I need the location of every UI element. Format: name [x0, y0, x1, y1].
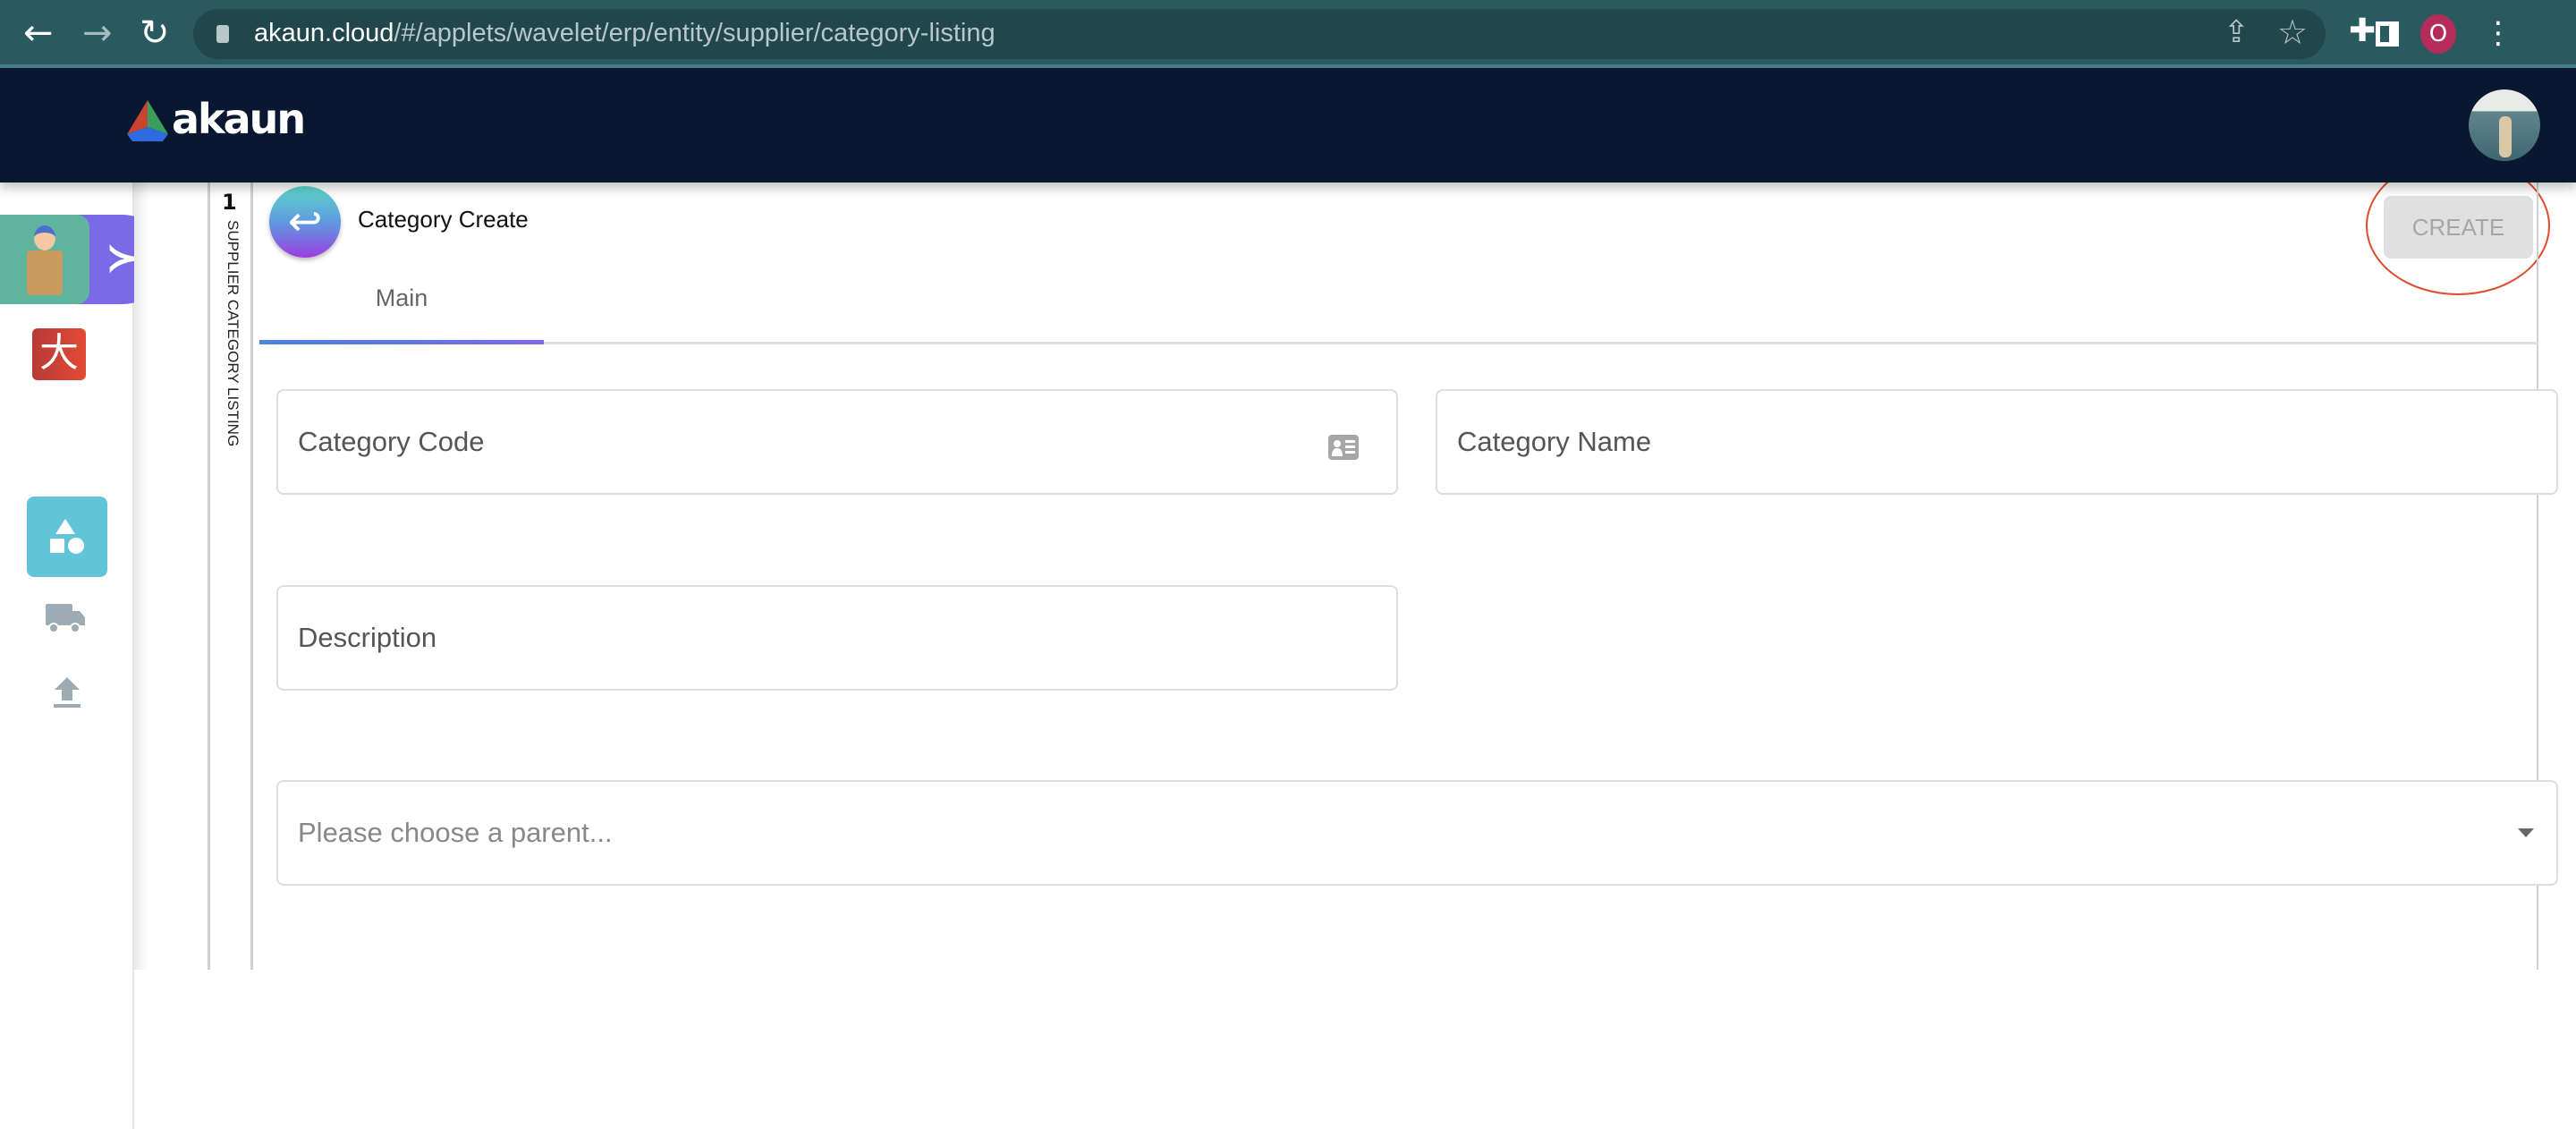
upload-icon[interactable]: [54, 677, 80, 709]
profile-avatar[interactable]: O: [2420, 14, 2456, 54]
description-label: Description: [298, 622, 437, 653]
extensions-icon[interactable]: ✚: [2349, 13, 2376, 49]
url-text[interactable]: akaun.cloud/#/applets/wavelet/erp/entity…: [254, 13, 996, 54]
sidebar-item-category[interactable]: [27, 497, 107, 577]
category-name-input[interactable]: Category Name: [1436, 389, 2558, 495]
share-icon[interactable]: ⇪: [2224, 14, 2250, 50]
supplier-person-icon: [0, 215, 89, 304]
id-card-icon[interactable]: [1328, 435, 1359, 460]
side-panel-icon[interactable]: [2376, 21, 2399, 47]
app-icon-red[interactable]: 大: [32, 328, 86, 380]
tab-divider: [259, 342, 2538, 344]
description-input[interactable]: Description: [276, 585, 1398, 691]
url-path: /#/applets/wavelet/erp/entity/supplier/c…: [394, 19, 996, 47]
menu-icon[interactable]: ⋮: [2483, 16, 2513, 50]
back-button[interactable]: ↩: [269, 186, 341, 258]
logo-text: akaun: [172, 95, 306, 143]
sidebar: ≻≡ 大: [0, 183, 172, 1129]
url-domain: akaun.cloud: [254, 19, 394, 47]
shapes-icon: [50, 519, 84, 554]
panel-count: 1: [222, 190, 237, 215]
bookmark-star-icon[interactable]: ☆: [2277, 13, 2308, 52]
truck-icon[interactable]: [45, 603, 86, 633]
back-icon[interactable]: ←: [23, 13, 54, 54]
akaun-logo-icon: [127, 100, 168, 141]
dropdown-arrow-icon[interactable]: [2518, 828, 2534, 837]
lock-icon: [216, 25, 229, 43]
parent-placeholder: Please choose a parent...: [298, 817, 613, 848]
tab-indicator: [259, 340, 544, 344]
category-name-label: Category Name: [1457, 426, 1652, 457]
category-code-input[interactable]: Category Code: [276, 389, 1398, 495]
forward-icon[interactable]: →: [82, 13, 113, 54]
reload-icon[interactable]: ↻: [140, 13, 170, 54]
divider: [250, 183, 253, 970]
parent-select[interactable]: Please choose a parent...: [276, 780, 2558, 886]
user-avatar[interactable]: [2469, 89, 2540, 161]
reply-arrow-icon: ↩: [287, 197, 323, 245]
panel-gutter: [134, 183, 208, 970]
divider: [208, 183, 210, 970]
category-code-label: Category Code: [298, 426, 485, 457]
tab-main[interactable]: Main: [259, 284, 544, 312]
page-title: Category Create: [358, 206, 529, 233]
panel-vertical-label[interactable]: SUPPLIER CATEGORY LISTING: [224, 220, 242, 446]
app-header: akaun: [0, 68, 2576, 183]
